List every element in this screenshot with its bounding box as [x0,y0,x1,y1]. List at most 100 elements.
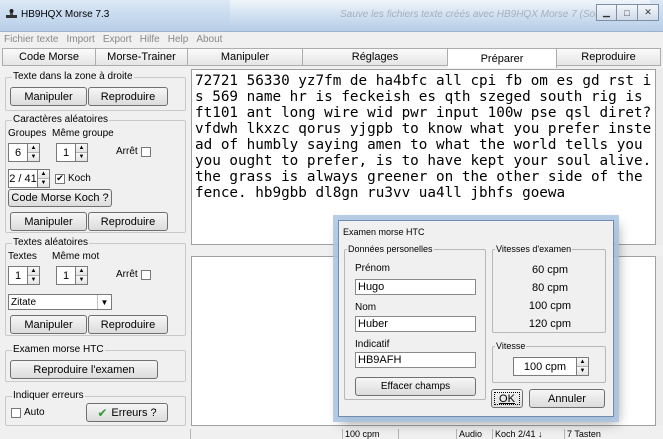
random-texts-group: Textes aléatoires Textes Même mot 1 ▲ ▼ 1… [5,237,186,336]
meme-groupe-label: Même groupe [52,128,114,139]
menu-export[interactable]: Export [103,32,132,47]
exam-speed-120: 120 cpm [528,318,572,330]
koch-stepper[interactable]: 2 / 41 ▲ ▼ [8,169,50,188]
status-speed: 100 cpm [342,429,398,439]
koch-value[interactable]: 2 / 41 [8,169,38,188]
checkbox-icon[interactable] [11,407,21,418]
text-source-select[interactable]: Zitate ▼ [8,294,112,310]
menu-fichier-texte[interactable]: Fichier texte [4,32,58,47]
menu-about[interactable]: About [196,32,222,47]
zone-manipuler-button[interactable]: Manipuler [10,87,87,106]
code-morse-koch-button[interactable]: Code Morse Koch ? [8,189,112,207]
clear-fields-button[interactable]: Effacer champs [355,377,476,396]
text-source-value: Zitate [11,296,37,308]
meme-groupe-stepper[interactable]: 1 ▲ ▼ [56,143,88,162]
speed-title: Vitesse [495,340,527,352]
menu-import[interactable]: Import [66,32,94,47]
exam-speed-100: 100 cpm [528,300,572,312]
erreurs-label: Erreurs ? [111,406,157,419]
stepper-arrows-icon[interactable]: ▲ ▼ [577,357,589,376]
random-texts-title: Textes aléatoires [12,237,90,249]
errors-title: Indiquer erreurs [12,390,85,402]
exam-dialog: Examen morse HTC Données personelles Pré… [338,220,614,417]
textes-label: Textes [8,251,37,262]
tab-bar: Code Morse Morse-Trainer Manipuler Régla… [2,48,663,68]
zone-text-title: Texte dans la zone à droite [12,71,134,83]
texts-manipuler-button[interactable]: Manipuler [10,315,87,334]
ok-label: OK [499,392,515,405]
cancel-label: Annuler [548,392,586,405]
text-scrollbar[interactable] [656,69,663,245]
dialog-title: Examen morse HTC [343,227,425,237]
prenom-input[interactable]: Hugo [355,279,476,295]
checkmark-icon[interactable]: ✔ [55,173,65,184]
stepper-arrows-icon[interactable]: ▲ ▼ [28,266,40,285]
status-empty-2 [398,429,456,439]
chevron-down-icon[interactable]: ▼ [97,295,111,309]
menu-hilfe[interactable]: Hilfe [140,32,160,47]
exam-speed-80: 80 cpm [531,282,569,294]
zone-reproduire-button[interactable]: Reproduire [88,87,168,106]
speed-stepper[interactable]: 100 cpm ▲ ▼ [513,357,589,376]
meme-mot-stepper[interactable]: 1 ▲ ▼ [56,266,88,285]
indicatif-input[interactable]: HB9AFH [355,352,476,368]
meme-mot-value[interactable]: 1 [56,266,76,285]
title-bar: Sauve les fichiers texte créés avec HB9H… [0,0,663,32]
cancel-button[interactable]: Annuler [529,389,605,408]
exam-speeds-group: Vitesses d'examen 60 cpm 80 cpm 100 cpm … [492,243,606,333]
background-window-title: Sauve les fichiers texte créés avec HB9H… [230,0,654,30]
window-title: HB9HQX Morse 7.3 [21,9,110,20]
meme-groupe-value[interactable]: 1 [56,143,76,162]
tab-morse-trainer[interactable]: Morse-Trainer [96,48,188,66]
status-bar: 100 cpm Audio Koch 2/41 ↓ 7 Tasten [0,428,663,439]
textes-arret-checkbox[interactable]: Arrêt [116,269,154,280]
checkbox-icon[interactable] [140,269,151,280]
status-audio: Audio [456,429,492,439]
stepper-arrows-icon[interactable]: ▲ ▼ [76,266,88,285]
exam-group: Examen morse HTC Reproduire l'examen [5,344,186,382]
speed-value[interactable]: 100 cpm [513,357,577,376]
chars-manipuler-button[interactable]: Manipuler [10,212,87,231]
stepper-arrows-icon[interactable]: ▲ ▼ [28,143,40,162]
personal-data-group: Données personelles Prénom Hugo Nom Hube… [344,243,486,400]
menu-help[interactable]: Help [168,32,189,47]
stepper-arrows-icon[interactable]: ▲ ▼ [38,169,50,188]
maximize-icon[interactable]: □ [617,4,638,21]
window-controls: ▁ □ ✕ [596,4,659,22]
main-text-area[interactable]: 72721 56330 yz7fm de ha4bfc all cpi fb o… [191,69,656,245]
tab-preparer[interactable]: Préparer [448,48,557,68]
exam-speed-60: 60 cpm [531,264,569,276]
checkbox-icon[interactable] [140,146,151,157]
ok-button[interactable]: OK [491,389,523,408]
exam-speeds-title: Vitesses d'examen [495,243,573,255]
arret-label: Arrêt [116,146,138,157]
arret-checkbox[interactable]: Arrêt [116,146,154,157]
output-scrollbar[interactable] [656,256,663,426]
auto-label: Auto [24,407,45,418]
koch-checkbox[interactable]: ✔ Koch [52,173,91,184]
nom-input[interactable]: Huber [355,316,476,332]
textes-stepper[interactable]: 1 ▲ ▼ [8,266,40,285]
tab-reglages[interactable]: Réglages [303,48,448,66]
reproduire-examen-button[interactable]: Reproduire l'examen [10,360,158,379]
auto-checkbox[interactable]: Auto [8,407,45,418]
groupes-label: Groupes [8,128,47,139]
minimize-icon[interactable]: ▁ [596,4,617,21]
checkmark-icon: ✔ [97,405,108,420]
groupes-stepper[interactable]: 6 ▲ ▼ [8,143,40,162]
stepper-arrows-icon[interactable]: ▲ ▼ [76,143,88,162]
errors-group: Indiquer erreurs Auto ✔ Erreurs ? [5,390,186,426]
groupes-value[interactable]: 6 [8,143,28,162]
tab-reproduire[interactable]: Reproduire [557,48,661,66]
nom-label: Nom [355,302,377,313]
indicatif-label: Indicatif [355,339,390,350]
tab-manipuler[interactable]: Manipuler [188,48,303,66]
textes-value[interactable]: 1 [8,266,28,285]
erreurs-button[interactable]: ✔ Erreurs ? [86,403,168,422]
prenom-label: Prénom [355,263,391,274]
close-icon[interactable]: ✕ [638,4,659,21]
chars-reproduire-button[interactable]: Reproduire [88,212,168,231]
morse-key-icon [6,9,17,18]
texts-reproduire-button[interactable]: Reproduire [88,315,168,334]
tab-code-morse[interactable]: Code Morse [2,48,96,66]
